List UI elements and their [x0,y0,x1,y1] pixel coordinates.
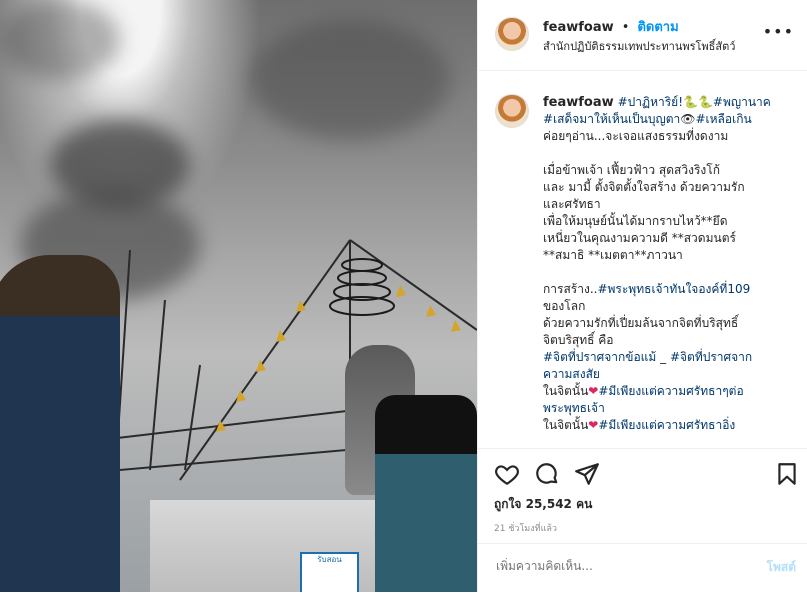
caption-line: และศรัทธา [543,196,798,213]
caption-line: #เสด็จมาให้เห็นเป็นบุญตา👁#เหลือเกิน [543,111,798,128]
bookmark-icon[interactable] [774,461,800,487]
caption-line: feawfoaw #ปาฏิหาริย์!🐍🐍#พญานาค [543,94,798,111]
caption-text-segment: **สมาธิ **เมตตา**ภาวนา [543,248,683,262]
caption-line: เมื่อข้าพเจ้า เฟี้ยวฟ้าว สุดสวิงริงโก้ [543,162,798,179]
share-icon[interactable] [574,461,600,487]
caption-line: ในจิตนั้น❤#มีเพียงแต่ความศรัทธาๆต่อ [543,383,798,400]
header-user-row: feawfoaw • ติดตาม [543,16,679,37]
caption-text-segment: ของโลก [543,299,586,313]
hashtag-link[interactable]: #เหลือเกิน [695,112,751,126]
comment-input[interactable] [494,558,738,574]
shrine-lantern [375,395,477,592]
caption-line: ในจิตนั้น❤#มีเพียงแต่ความศรัทธาอิ่ง [543,417,798,434]
heart-emoji: ❤ [588,418,599,432]
caption-text-segment: ในจิตนั้น [543,384,589,398]
hashtag-link[interactable]: #เสด็จมาให้เห็นเป็นบุญตา [543,112,680,126]
hashtag-link[interactable]: พระพุทธเจ้า [543,401,605,415]
post-timestamp[interactable]: 21 ชั่วโมงที่แล้ว [494,521,557,535]
caption-line: เพื่อให้มนุษย์นั้นได้มากราบไหว้**ยึด [543,213,798,230]
username-link[interactable]: feawfoaw [543,20,614,35]
follow-button[interactable]: ติดตาม [637,20,678,35]
caption-text-segment: การสร้าง.. [543,282,598,296]
caption-text-segment: เมื่อข้าพเจ้า เฟี้ยวฟ้าว สุดสวิงริงโก้ [543,163,720,177]
caption-text: feawfoaw #ปาฏิหาริย์!🐍🐍#พญานาค #เสด็จมาให้… [543,94,798,434]
hashtag-link[interactable]: #พระพุทธเจ้าทันใจองค์ที่109 [597,282,750,296]
caption-area: feawfoaw #ปาฏิหาริย์!🐍🐍#พญานาค #เสด็จมาให้… [478,70,807,448]
caption-line [543,264,798,281]
caption-line: และ มามี้ ตั้งจิตตั้งใจสร้าง ด้วยความรัก [543,179,798,196]
post-header: feawfoaw • ติดตาม สำนักปฏิบัติธรรมเทพประ… [478,0,807,71]
caption-text-segment: จิตบริสุทธิ์ คือ [543,333,614,347]
caption-line: **สมาธิ **เมตตา**ภาวนา [543,247,798,264]
caption-line: พระพุทธเจ้า [543,400,798,417]
hashtag-link[interactable]: #พญานาค [713,95,771,109]
comment-icon[interactable] [534,461,560,487]
hashtag-link[interactable]: #มีเพียงแต่ความศรัทธาอิ่ง [598,418,735,432]
post-comment-button[interactable]: โพสต์ [767,558,796,577]
post-photo[interactable]: รับสอน [0,0,477,592]
hashtag-link[interactable]: ความสงสัย [543,367,600,381]
caption-line: ความสงสัย [543,366,798,383]
person-praying [0,255,120,592]
caption-line: #จิตที่ปราศจากข้อแม้ _ #จิตที่ปราศจาก [543,349,798,366]
hashtag-link[interactable]: #มีเพียงแต่ความศรัทธาๆต่อ [598,384,743,398]
avatar[interactable] [495,17,529,51]
caption-text-segment: และศรัทธา [543,197,601,211]
caption-text-segment: ด้วยความรักที่เปี่ยมล้นจากจิตที่บริสุทธิ… [543,316,739,330]
caption-line: เหนี่ยวในคุณงามความดี **สวดมนตร์ [543,230,798,247]
caption-text-segment: เพื่อให้มนุษย์นั้นได้มากราบไหว้**ยึด [543,214,728,228]
heart-icon[interactable] [494,461,520,487]
hashtag-link[interactable]: #ปาฏิหาริย์! [618,95,683,109]
caption-text-segment: และ มามี้ ตั้งจิตตั้งใจสร้าง ด้วยความรัก [543,180,745,194]
caption-text-segment: 👁 [680,112,696,126]
caption-line: ด้วยความรักที่เปี่ยมล้นจากจิตที่บริสุทธิ… [543,315,798,332]
hashtag-link[interactable]: #จิตที่ปราศจาก [670,350,752,364]
caption-line: ค่อยๆอ่าน...จะเจอแสงธรรมที่งดงาม [543,128,798,145]
caption-text-segment: ในจิตนั้น [543,418,589,432]
location-link[interactable]: สำนักปฏิบัติธรรมเทพประทานพรโพธิ์สัตว์ [543,37,735,55]
likes-count[interactable]: ถูกใจ 25,542 คน [494,495,592,514]
post-side-panel: feawfoaw • ติดตาม สำนักปฏิบัติธรรมเทพประ… [477,0,807,592]
caption-line: การสร้าง..#พระพุทธเจ้าทันใจองค์ที่109 [543,281,798,298]
caption-text-segment: เหนี่ยวในคุณงามความดี **สวดมนตร์ [543,231,736,245]
photo-sign: รับสอน [300,552,359,592]
caption-line: จิตบริสุทธิ์ คือ [543,332,798,349]
caption-text-segment: _ [656,350,670,364]
caption-text-segment: ค่อยๆอ่าน...จะเจอแสงธรรมที่งดงาม [543,129,729,143]
caption-text-segment: 🐍🐍 [683,95,713,109]
caption-line [543,145,798,162]
caption-username-link[interactable]: feawfoaw [543,95,614,110]
hashtag-link[interactable]: #จิตที่ปราศจากข้อแม้ [543,350,656,364]
action-bar: ถูกใจ 25,542 คน 21 ชั่วโมงที่แล้ว [478,448,807,544]
more-horizontal-icon[interactable]: ••• [763,22,794,41]
comment-box: โพสต์ [478,543,807,593]
caption-avatar[interactable] [495,94,529,128]
heart-emoji: ❤ [588,384,599,398]
instagram-post-view: รับสอน feawfoaw • ติดตาม สำนักปฏิบัติธรร… [0,0,807,592]
caption-line: ของโลก [543,298,798,315]
separator-dot: • [621,20,630,35]
